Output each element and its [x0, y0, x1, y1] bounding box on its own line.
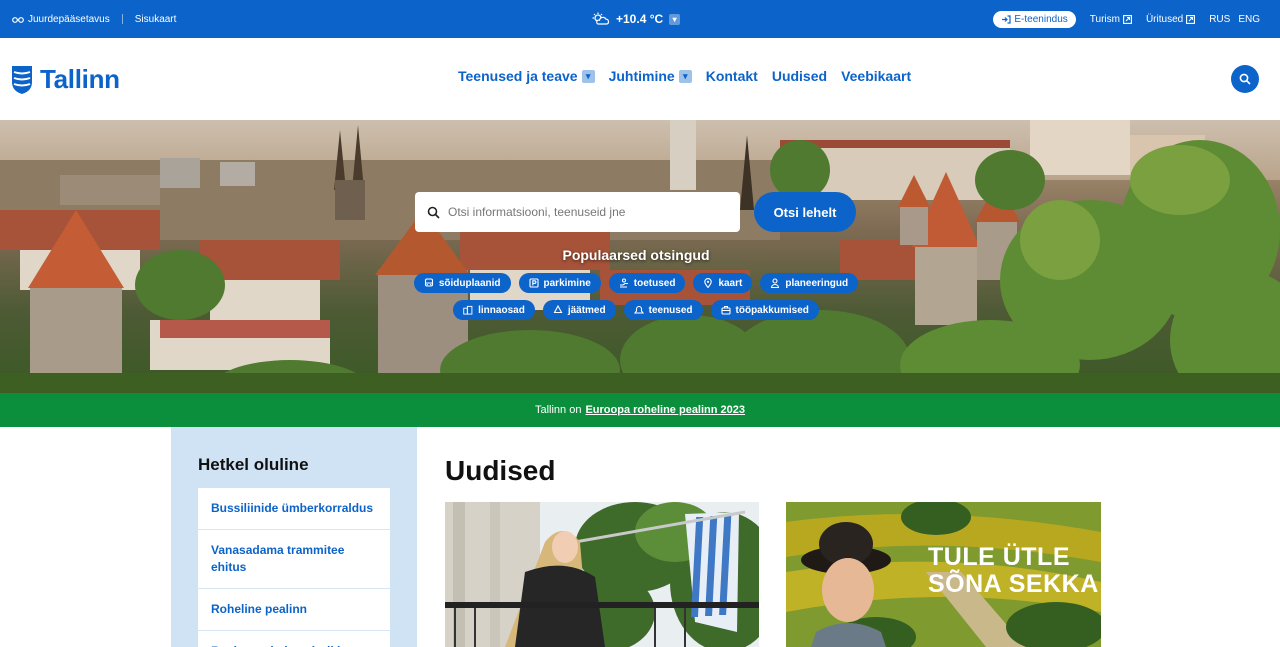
chevron-down-icon[interactable]: ▾ — [669, 13, 681, 25]
green-capital-link[interactable]: Euroopa roheline pealinn 2023 — [585, 404, 745, 416]
news-photo-singer — [445, 502, 759, 647]
lang-rus-link[interactable]: RUS — [1209, 14, 1230, 25]
hero-search-field[interactable] — [415, 192, 740, 232]
main-header: Tallinn Teenused ja teave ▾ Juhtimine ▾ … — [0, 38, 1280, 120]
nav-news[interactable]: Uudised — [772, 68, 827, 84]
events-label: Üritused — [1145, 13, 1184, 25]
events-link[interactable]: Üritused — [1145, 13, 1196, 25]
eservices-button[interactable]: E-teenindus — [993, 10, 1076, 28]
briefcase-icon — [720, 305, 731, 315]
nav-services[interactable]: Teenused ja teave ▾ — [458, 68, 595, 84]
sitemap-link[interactable]: Sisukaart — [135, 14, 177, 25]
chip-label: linnaosad — [478, 304, 525, 316]
nav-sitemap[interactable]: Veebikaart — [841, 68, 911, 84]
search-icon — [1239, 73, 1251, 85]
bus-icon — [424, 278, 434, 288]
nav-governance[interactable]: Juhtimine ▾ — [609, 68, 692, 84]
chip-districts[interactable]: linnaosad — [453, 300, 535, 320]
accessibility-link[interactable]: Juurdepääsetavus — [12, 14, 110, 25]
buildings-icon — [463, 305, 473, 315]
tallinn-shield-icon — [12, 65, 32, 94]
important-links-list: Bussiliinide ümberkorraldus Vanasadama t… — [198, 488, 390, 647]
lang-eng-link[interactable]: ENG — [1238, 14, 1260, 25]
chip-parking[interactable]: parkimine — [518, 273, 601, 293]
nav-services-label: Teenused ja teave — [458, 68, 578, 84]
eservices-label: E-teenindus — [1014, 13, 1068, 25]
sidebar-item-tramway[interactable]: Vanasadama trammitee ehitus — [198, 530, 390, 589]
news-heading: Uudised — [445, 455, 556, 486]
glasses-icon — [12, 17, 24, 23]
chip-label: parkimine — [543, 277, 591, 289]
weather-widget[interactable]: +10.4 °C ▾ — [592, 0, 681, 38]
recycle-icon — [553, 305, 563, 315]
chip-timetables[interactable]: sõiduplaanid — [413, 273, 511, 293]
hero-search-input[interactable] — [448, 205, 728, 219]
login-icon — [1002, 14, 1011, 24]
chevron-down-icon: ▾ — [581, 69, 595, 83]
chip-jobs[interactable]: tööpakkumised — [710, 300, 819, 320]
sidebar-item-bus-lines[interactable]: Bussiliinide ümberkorraldus — [198, 488, 390, 530]
accessibility-label: Juurdepääsetavus — [28, 13, 110, 25]
chip-waste[interactable]: jäätmed — [542, 300, 616, 320]
tourism-label: Turism — [1089, 13, 1120, 25]
person-icon — [770, 278, 780, 288]
chip-benefits[interactable]: toetused — [608, 273, 686, 293]
chip-label: sõiduplaanid — [438, 277, 501, 289]
hand-icon — [619, 278, 629, 288]
nav-contact[interactable]: Kontakt — [706, 68, 758, 84]
logo[interactable]: Tallinn — [12, 64, 120, 95]
language-switcher: RUS ENG — [1209, 14, 1260, 25]
external-link-icon — [1123, 14, 1132, 24]
chip-map[interactable]: kaart — [693, 273, 753, 293]
external-link-icon — [1186, 14, 1196, 24]
hero-section: Otsi lehelt Populaarsed otsingud sõidupl… — [0, 120, 1280, 393]
chip-label: jäätmed — [567, 304, 606, 316]
map-pin-icon — [703, 278, 713, 288]
chip-plans[interactable]: planeeringud — [760, 273, 859, 293]
main-nav: Teenused ja teave ▾ Juhtimine ▾ Kontakt … — [458, 68, 911, 84]
tourism-link[interactable]: Turism — [1090, 14, 1132, 25]
chip-label: planeeringud — [785, 277, 849, 289]
chip-label: kaart — [718, 277, 743, 289]
chip-label: teenused — [648, 304, 693, 316]
banner-prefix: Tallinn on — [534, 404, 582, 416]
parking-icon — [528, 278, 539, 288]
nav-governance-label: Juhtimine — [608, 68, 675, 84]
chevron-down-icon: ▾ — [678, 69, 692, 83]
news-card-2[interactable]: TULE ÜTLE SÕNA SEKKA — [786, 502, 1101, 647]
topbar-right: E-teenindus Turism Üritused RUS ENG — [993, 0, 1260, 38]
topbar-left: Juurdepääsetavus Sisukaart — [12, 0, 176, 38]
sidebar-title: Hetkel oluline — [198, 455, 309, 474]
chip-label: tööpakkumised — [735, 304, 809, 316]
partly-sunny-icon — [592, 12, 610, 25]
bell-icon — [633, 305, 644, 315]
top-utility-bar: Juurdepääsetavus Sisukaart +10.4 °C ▾ E-… — [0, 0, 1280, 38]
green-capital-banner: Tallinn on Euroopa roheline pealinn 2023 — [0, 393, 1280, 427]
sidebar-item-registration[interactable]: Registreerimine elurikkuse — [198, 631, 390, 647]
search-submit-button[interactable]: Otsi lehelt — [754, 192, 856, 232]
logo-text: Tallinn — [40, 64, 120, 94]
temperature-value: +10.4 °C — [616, 12, 664, 26]
important-now-panel: Hetkel oluline Bussiliinide ümberkorrald… — [171, 427, 417, 647]
popular-searches-title: Populaarsed otsingud — [562, 247, 710, 263]
popular-searches-row-2: linnaosad jäätmed teenused tööpakkumised — [0, 300, 1272, 320]
promo-text: TULE ÜTLE SÕNA SEKKA — [928, 543, 1099, 598]
popular-searches-row-1: sõiduplaanid parkimine toetused kaart pl… — [0, 273, 1272, 293]
chip-services[interactable]: teenused — [623, 300, 703, 320]
chip-label: toetused — [633, 277, 676, 289]
header-search-button[interactable] — [1231, 65, 1259, 93]
news-card-1[interactable] — [445, 502, 759, 647]
search-icon — [427, 206, 440, 219]
divider — [121, 14, 123, 24]
sidebar-item-green-capital[interactable]: Roheline pealinn — [198, 589, 390, 631]
